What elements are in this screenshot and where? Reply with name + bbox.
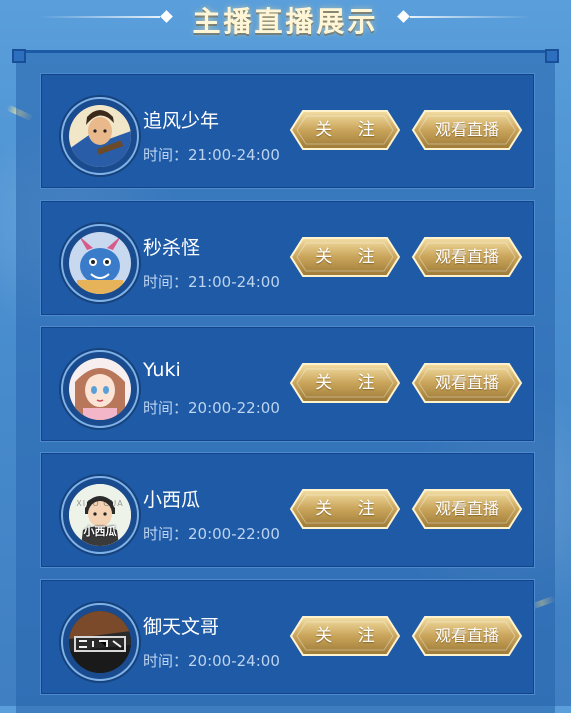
- follow-button[interactable]: 关 注: [289, 488, 401, 530]
- streamer-card: 御天文哥 时间：20:00-24:00 关 注 观看直播: [40, 579, 535, 695]
- watch-live-button[interactable]: 观看直播: [411, 615, 523, 657]
- watch-live-button[interactable]: 观看直播: [411, 236, 523, 278]
- follow-button-label: 关 注: [315, 499, 385, 519]
- follow-button-label: 关 注: [315, 247, 385, 267]
- streamer-name: 御天文哥: [143, 616, 220, 638]
- gaming-logo-avatar: [69, 611, 131, 673]
- page-title: 主播直播展示: [192, 5, 379, 38]
- anime-girl-avatar: [69, 358, 131, 420]
- follow-button[interactable]: 关 注: [289, 109, 401, 151]
- blue-creature-avatar: [69, 232, 131, 294]
- follow-button[interactable]: 关 注: [289, 236, 401, 278]
- follow-button-label: 关 注: [315, 120, 385, 140]
- watch-live-button-label: 观看直播: [434, 373, 499, 392]
- watch-live-button[interactable]: 观看直播: [411, 488, 523, 530]
- follow-button[interactable]: 关 注: [289, 615, 401, 657]
- streamer-name: 小西瓜: [143, 489, 201, 511]
- watch-live-button[interactable]: 观看直播: [411, 109, 523, 151]
- watch-live-button-label: 观看直播: [434, 626, 499, 645]
- watch-live-button-label: 观看直播: [434, 247, 499, 266]
- stream-time: 时间：21:00-24:00: [143, 273, 280, 291]
- chibi-boy-avatar: XIAO GUA 小西瓜: [69, 484, 131, 546]
- streamer-card: XIAO GUA 小西瓜 小西瓜 时间：20:00-22:00 关 注 观看直播: [40, 452, 535, 568]
- avatar-watermark: XIAO GUA: [76, 499, 124, 508]
- stream-time: 时间：20:00-24:00: [143, 652, 280, 670]
- streamer-name: Yuki: [143, 359, 181, 381]
- follow-button-label: 关 注: [315, 373, 385, 393]
- streamer-name: 秒杀怪: [143, 237, 201, 259]
- streamer-card: 追风少年 时间：21:00-24:00 关 注 观看直播: [40, 73, 535, 189]
- section-header: 主播直播展示: [0, 0, 571, 40]
- watch-live-button-label: 观看直播: [434, 499, 499, 518]
- follow-button-label: 关 注: [315, 626, 385, 646]
- header-divider-right: [410, 16, 530, 18]
- watch-live-button-label: 观看直播: [434, 120, 499, 139]
- cartoon-hero-avatar: [69, 105, 131, 167]
- watch-live-button[interactable]: 观看直播: [411, 362, 523, 404]
- stream-time: 时间：21:00-24:00: [143, 146, 280, 164]
- streamer-card: Yuki 时间：20:00-22:00 关 注 观看直播: [40, 326, 535, 442]
- avatar-caption: 小西瓜: [83, 525, 117, 538]
- follow-button[interactable]: 关 注: [289, 362, 401, 404]
- streamer-card: 秒杀怪 时间：21:00-24:00 关 注 观看直播: [40, 200, 535, 316]
- streamer-name: 追风少年: [143, 110, 220, 132]
- stream-time: 时间：20:00-22:00: [143, 399, 280, 417]
- stream-time: 时间：20:00-22:00: [143, 525, 280, 543]
